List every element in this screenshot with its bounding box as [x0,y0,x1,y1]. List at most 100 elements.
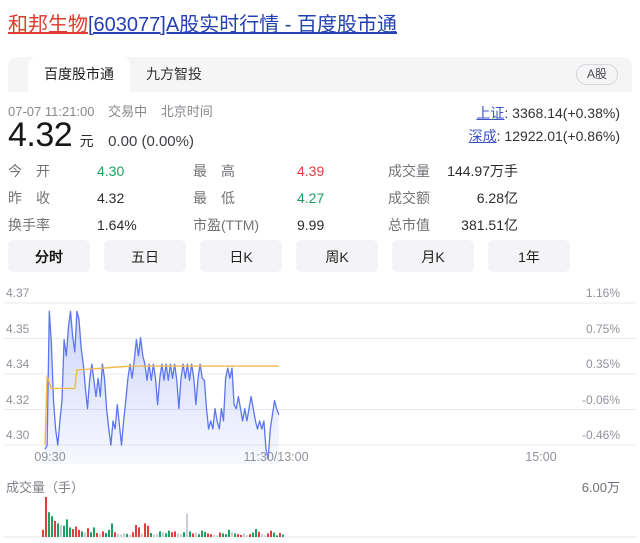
volume-bar [270,531,272,537]
volume-bar [132,532,134,537]
shenzhen-index-value: : 12922.01(+0.86%) [497,128,620,144]
stats-row: 换手率1.64%市盈(TTM)9.99总市值381.51亿 [0,212,640,239]
volume-bar [147,526,149,537]
period-tab-周K[interactable]: 周K [296,240,378,272]
y-axis-price-label: 4.37 [6,286,29,300]
index-quotes: 上证: 3368.14(+0.38%) 深成: 12922.01(+0.86%) [469,102,620,148]
volume-bar [96,533,98,537]
intraday-chart-canvas[interactable] [0,278,640,468]
volume-bar [108,530,110,537]
volume-bar [123,533,125,537]
volume-bar [201,531,203,537]
source-tabbar: 百度股市通 九方智投 A股 [8,57,632,92]
volume-bar [204,532,206,537]
volume-bar [141,534,143,537]
volume-bar [117,534,119,537]
volume-bar [171,532,173,537]
index-row-shenzhen: 深成: 12922.01(+0.86%) [469,125,620,148]
volume-bar [57,523,59,537]
volume-bar [243,533,245,537]
volume-bar [228,530,230,537]
volume-bar [159,531,161,537]
volume-bar [120,535,122,537]
volume-bar [246,535,248,537]
volume-bar [42,530,44,537]
volume-scale-max: 6.00万 [582,477,620,496]
tab-jiufang-zhitou[interactable]: 九方智投 [130,57,218,92]
stat-label: 今 开 [8,158,50,185]
volume-bar [258,532,260,537]
result-title-link[interactable]: 和邦生物[603077]A股实时行情 - 百度股市通 [8,12,397,38]
stat-value: 4.32 [97,185,124,212]
stat-value: 1.64% [97,212,137,239]
shenzhen-index-link[interactable]: 深成 [469,128,497,144]
result-title-rest: [603077]A股实时行情 - 百度股市通 [88,14,397,36]
volume-bar [177,533,179,537]
volume-bar [60,525,62,537]
volume-bar [165,533,167,537]
volume-bar [153,535,155,537]
volume-bar [150,533,152,537]
volume-bar [114,532,116,537]
volume-bar [180,534,182,537]
volume-bar [264,535,266,537]
stat-value: 9.99 [297,212,324,239]
volume-bar [144,523,146,537]
volume-bar [126,534,128,537]
period-tab-五日[interactable]: 五日 [104,240,186,272]
y-axis-percent-label: -0.46% [582,428,620,442]
tab-baidu-gushitong[interactable]: 百度股市通 [28,57,130,92]
volume-bar [249,534,251,537]
volume-bar [90,532,92,537]
volume-bar [72,529,74,537]
volume-bar [210,534,212,537]
y-axis-price-label: 4.34 [6,357,29,371]
volume-bar [231,532,233,537]
volume-bar [192,533,194,537]
volume-bar [240,535,242,537]
volume-bar [156,534,158,537]
volume-bar [261,534,263,537]
stat-label: 最 低 [193,185,235,212]
current-price: 4.32 [8,116,72,154]
period-tab-日K[interactable]: 日K [200,240,282,272]
price-change: 0.00 (0.00%) [108,133,194,150]
stat-value: 381.51亿 [398,212,518,239]
volume-bar [162,532,164,537]
shanghai-index-link[interactable]: 上证 [476,105,504,121]
volume-bar [189,531,191,537]
volume-bar [183,532,185,537]
y-axis-price-label: 4.35 [6,322,29,336]
volume-bar [279,533,281,537]
volume-bar [93,527,95,537]
volume-bar [252,533,254,537]
x-axis-time-label: 09:30 [34,450,65,464]
stats-row: 昨 收4.32最 低4.27成交额6.28亿 [0,185,640,212]
stock-quote-page: 和邦生物[603077]A股实时行情 - 百度股市通 百度股市通 九方智投 A股… [0,0,640,543]
stat-label: 换手率 [8,212,50,239]
period-tab-1年[interactable]: 1年 [488,240,570,272]
volume-chart-canvas[interactable] [0,495,640,543]
volume-bar [186,514,188,537]
volume-bar [78,530,80,537]
y-axis-percent-label: 1.16% [586,286,620,300]
stat-label: 昨 收 [8,185,50,212]
volume-bar [102,531,104,537]
y-axis-percent-label: -0.06% [582,393,620,407]
period-tab-分时[interactable]: 分时 [8,240,90,272]
volume-bar [87,528,89,537]
stat-label: 市盈(TTM) [193,212,259,239]
chart-period-tabs: 分时五日日K 周K 月K 1年 [8,240,570,272]
volume-bar [267,533,269,537]
volume-bar [105,533,107,537]
volume-bar [54,521,56,537]
index-row-shanghai: 上证: 3368.14(+0.38%) [469,102,620,125]
volume-bar [174,531,176,537]
volume-axis-title: 成交量（手） [6,477,84,496]
volume-bar [45,497,47,537]
volume-bar [138,527,140,537]
volume-bar [213,535,215,537]
volume-bar [234,533,236,537]
stat-value: 4.27 [297,185,324,212]
period-tab-月K[interactable]: 月K [392,240,474,272]
